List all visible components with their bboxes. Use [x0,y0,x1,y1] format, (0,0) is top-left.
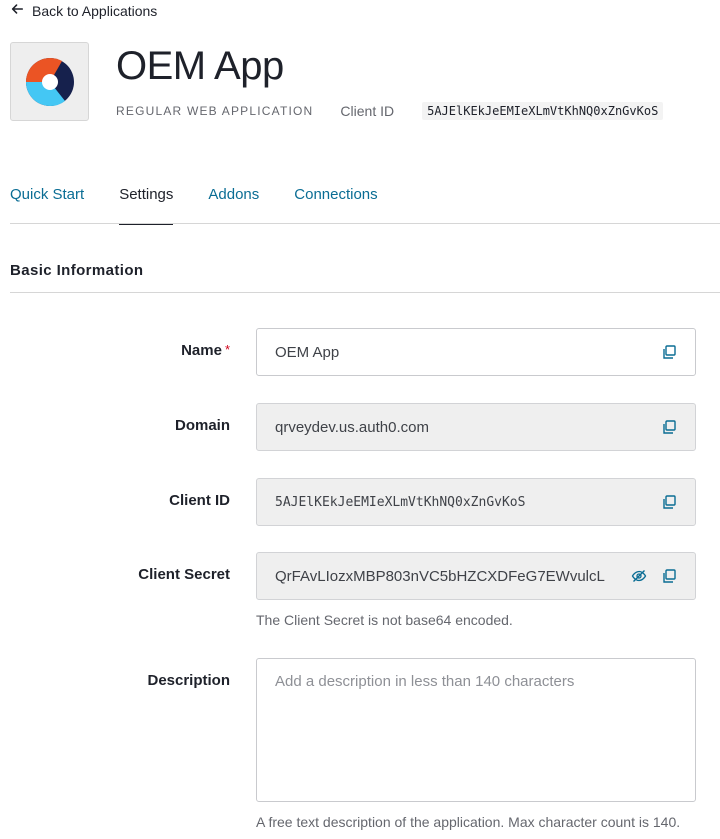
page-title: OEM App [116,44,284,88]
description-label: Description [147,672,230,689]
eye-slash-icon[interactable] [631,568,647,584]
tab-connections[interactable]: Connections [294,170,377,224]
app-type-label: REGULAR WEB APPLICATION [116,104,314,118]
app-logo-icon [25,57,74,106]
back-link-label: Back to Applications [32,2,158,19]
client-secret-field[interactable]: QrFAvLIozxMBP803nVC5bHZCXDFeG7EWvulcL [256,552,696,600]
tab-quick-start[interactable]: Quick Start [10,170,84,224]
tab-addons[interactable]: Addons [208,170,259,224]
app-logo [10,42,89,121]
section-divider [10,292,720,293]
description-textarea[interactable] [256,658,696,802]
tab-settings[interactable]: Settings [119,170,174,225]
domain-input[interactable]: qrveydev.us.auth0.com [275,419,647,436]
client-secret-input[interactable]: QrFAvLIozxMBP803nVC5bHZCXDFeG7EWvulcL [275,568,617,585]
copy-icon[interactable] [661,494,677,510]
tab-bar: Quick Start Settings Addons Connections [10,170,720,225]
name-label-text: Name [181,342,222,359]
client-id-header-value[interactable]: 5AJElKEkJeEMIeXLmVtKhNQ0xZnGvKoS [422,102,664,120]
client-id-header-label: Client ID [340,103,395,119]
required-marker: * [224,342,230,357]
app-meta: REGULAR WEB APPLICATION Client ID 5AJElK… [116,101,664,121]
name-field[interactable]: OEM App [256,328,696,376]
copy-icon[interactable] [661,419,677,435]
description-help: A free text description of the applicati… [256,814,681,830]
section-title: Basic Information [10,262,144,279]
client-secret-help: The Client Secret is not base64 encoded. [256,612,513,628]
client-id-input[interactable]: 5AJElKEkJeEMIeXLmVtKhNQ0xZnGvKoS [275,495,647,510]
name-input[interactable]: OEM App [275,344,647,361]
domain-field[interactable]: qrveydev.us.auth0.com [256,403,696,451]
client-secret-label: Client Secret [138,566,230,583]
back-to-applications-link[interactable]: Back to Applications [10,2,157,19]
client-id-field[interactable]: 5AJElKEkJeEMIeXLmVtKhNQ0xZnGvKoS [256,478,696,526]
name-label: Name * [181,342,230,359]
copy-icon[interactable] [661,568,677,584]
client-id-label: Client ID [169,492,230,509]
domain-label: Domain [174,417,230,434]
copy-icon[interactable] [661,344,677,360]
arrow-left-icon [10,2,24,19]
